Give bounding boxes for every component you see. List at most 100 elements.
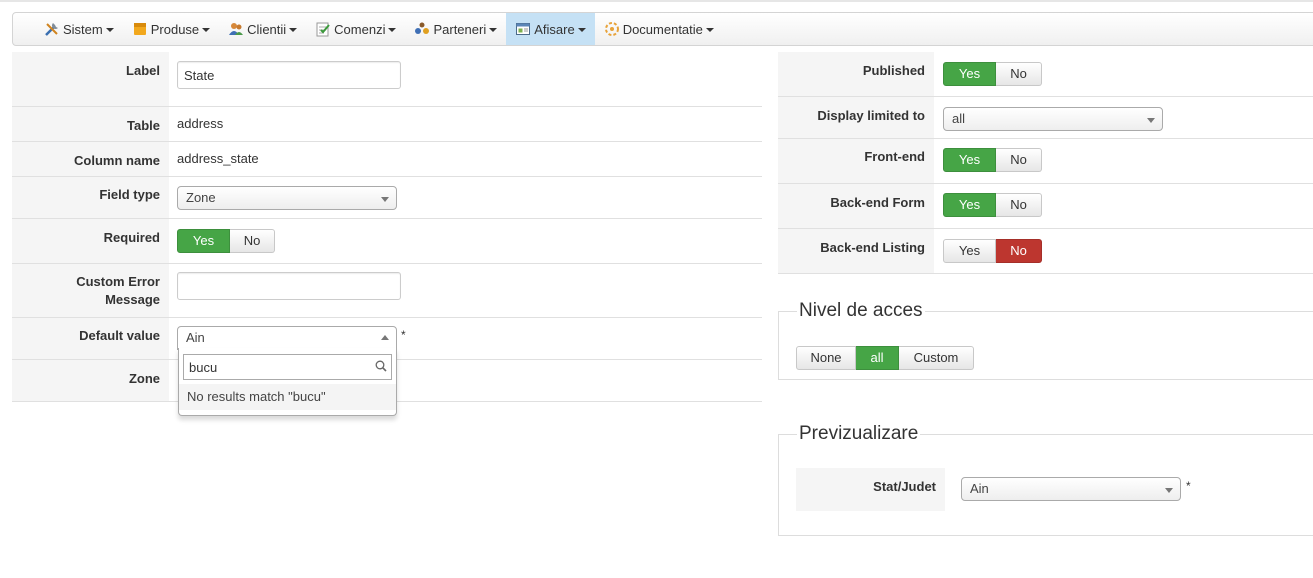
default-value-dropdown: No results match "bucu" <box>178 348 397 416</box>
display-icon <box>515 21 531 37</box>
stat-judet-label: Stat/Judet <box>796 468 945 511</box>
menu-documentatie[interactable]: Documentatie <box>595 13 723 45</box>
row-backend-listing: Back-end Listing Yes No <box>778 229 1313 274</box>
label-input[interactable] <box>177 61 401 89</box>
access-level-legend: Nivel de acces <box>799 300 923 321</box>
box-icon <box>132 21 148 37</box>
menu-comenzi-label: Comenzi <box>334 21 386 37</box>
custom-error-input[interactable] <box>177 272 401 300</box>
preview-fieldset: Previzualizare Stat/Judet Ain * <box>778 423 1313 536</box>
menu-parteneri-label: Parteneri <box>433 21 487 37</box>
row-field-type: Field type Zone <box>12 177 762 219</box>
chevron-down-icon <box>705 27 714 32</box>
dropdown-search-input[interactable] <box>183 354 392 380</box>
menu-sistem[interactable]: Sistem <box>35 13 123 45</box>
chevron-down-icon <box>1165 488 1173 493</box>
backend-listing-toggle: Yes No <box>943 239 1042 263</box>
required-mark: * <box>401 328 406 342</box>
required-no-button[interactable]: No <box>230 229 275 253</box>
published-yes-button[interactable]: Yes <box>943 62 996 86</box>
label-label: Label <box>12 52 169 106</box>
access-level-buttons: None all Custom <box>796 346 974 370</box>
published-label: Published <box>778 52 934 96</box>
backend-listing-no-button[interactable]: No <box>996 239 1042 263</box>
column-name-label: Column name <box>12 142 169 176</box>
frontend-no-button[interactable]: No <box>996 148 1042 172</box>
tools-icon <box>44 21 60 37</box>
publish-settings: Published Yes No Display limited to all … <box>778 52 1313 274</box>
partners-icon <box>414 21 430 37</box>
orders-icon <box>315 21 331 37</box>
menu-afisare-label: Afisare <box>534 21 575 37</box>
access-custom-button[interactable]: Custom <box>899 346 974 370</box>
help-icon <box>604 21 620 37</box>
display-limited-value: all <box>952 111 966 126</box>
preview-legend: Previzualizare <box>799 423 919 444</box>
backend-listing-label: Back-end Listing <box>778 229 934 273</box>
menu-comenzi[interactable]: Comenzi <box>306 13 405 45</box>
menu-parteneri[interactable]: Parteneri <box>405 13 506 45</box>
stat-judet-value: Ain <box>970 481 989 496</box>
backend-form-toggle: Yes No <box>943 193 1042 217</box>
menu-produse[interactable]: Produse <box>123 13 219 45</box>
field-type-select[interactable]: Zone <box>177 186 397 210</box>
stat-judet-select[interactable]: Ain <box>961 477 1181 501</box>
backend-listing-yes-button[interactable]: Yes <box>943 239 996 263</box>
backend-form-yes-button[interactable]: Yes <box>943 193 996 217</box>
zone-label: Zone <box>12 360 169 401</box>
custom-error-label-line1: Custom Error <box>76 274 160 289</box>
access-level-fieldset: Nivel de acces None all Custom <box>778 300 1313 380</box>
menu-documentatie-label: Documentatie <box>622 21 703 37</box>
frontend-label: Front-end <box>778 139 934 183</box>
row-stat-judet: Stat/Judet Ain * <box>796 468 1313 511</box>
menu-afisare[interactable]: Afisare <box>506 13 595 45</box>
chevron-down-icon <box>388 27 397 32</box>
display-limited-label: Display limited to <box>778 97 934 138</box>
row-label: Label <box>12 52 762 107</box>
backend-form-no-button[interactable]: No <box>996 193 1042 217</box>
default-value-select[interactable]: Ain <box>177 326 397 350</box>
menu-clientii[interactable]: Clientii <box>219 13 306 45</box>
chevron-down-icon <box>577 27 586 32</box>
default-value-value: Ain <box>186 330 205 345</box>
backend-form-label: Back-end Form <box>778 184 934 228</box>
frontend-yes-button[interactable]: Yes <box>943 148 996 172</box>
no-results-message: No results match "bucu" <box>179 384 396 410</box>
row-required: Required Yes No <box>12 219 762 264</box>
menu-sistem-label: Sistem <box>63 21 103 37</box>
frontend-toggle: Yes No <box>943 148 1042 172</box>
chevron-down-icon <box>1147 118 1155 123</box>
display-limited-select[interactable]: all <box>943 107 1163 131</box>
users-icon <box>228 21 244 37</box>
chevron-down-icon <box>381 197 389 202</box>
table-label: Table <box>12 107 169 141</box>
chevron-down-icon <box>105 27 114 32</box>
field-type-value: Zone <box>186 190 216 205</box>
required-yes-button[interactable]: Yes <box>177 229 230 253</box>
custom-error-label-line2: Message <box>105 292 160 307</box>
required-mark: * <box>1186 479 1191 493</box>
access-all-button[interactable]: all <box>856 346 899 370</box>
row-display-limited: Display limited to all <box>778 97 1313 139</box>
chevron-up-icon <box>381 335 389 340</box>
access-none-button[interactable]: None <box>796 346 856 370</box>
default-value-label: Default value <box>12 318 169 359</box>
row-table: Table address <box>12 107 762 142</box>
row-frontend: Front-end Yes No <box>778 139 1313 184</box>
menu-produse-label: Produse <box>150 21 200 37</box>
search-icon <box>375 360 387 372</box>
column-name-value: address_state <box>177 151 259 166</box>
custom-error-label: Custom Error Message <box>12 264 169 317</box>
field-type-label: Field type <box>12 177 169 218</box>
row-column-name: Column name address_state <box>12 142 762 177</box>
chevron-down-icon <box>202 27 211 32</box>
menu-clientii-label: Clientii <box>247 21 287 37</box>
published-no-button[interactable]: No <box>996 62 1042 86</box>
main-menu-bar: Sistem Produse Clientii Comenzi Partener… <box>12 12 1313 46</box>
chevron-down-icon <box>289 27 298 32</box>
chevron-down-icon <box>489 27 498 32</box>
required-label: Required <box>12 219 169 263</box>
row-published: Published Yes No <box>778 52 1313 97</box>
row-backend-form: Back-end Form Yes No <box>778 184 1313 229</box>
top-border <box>0 0 1313 2</box>
